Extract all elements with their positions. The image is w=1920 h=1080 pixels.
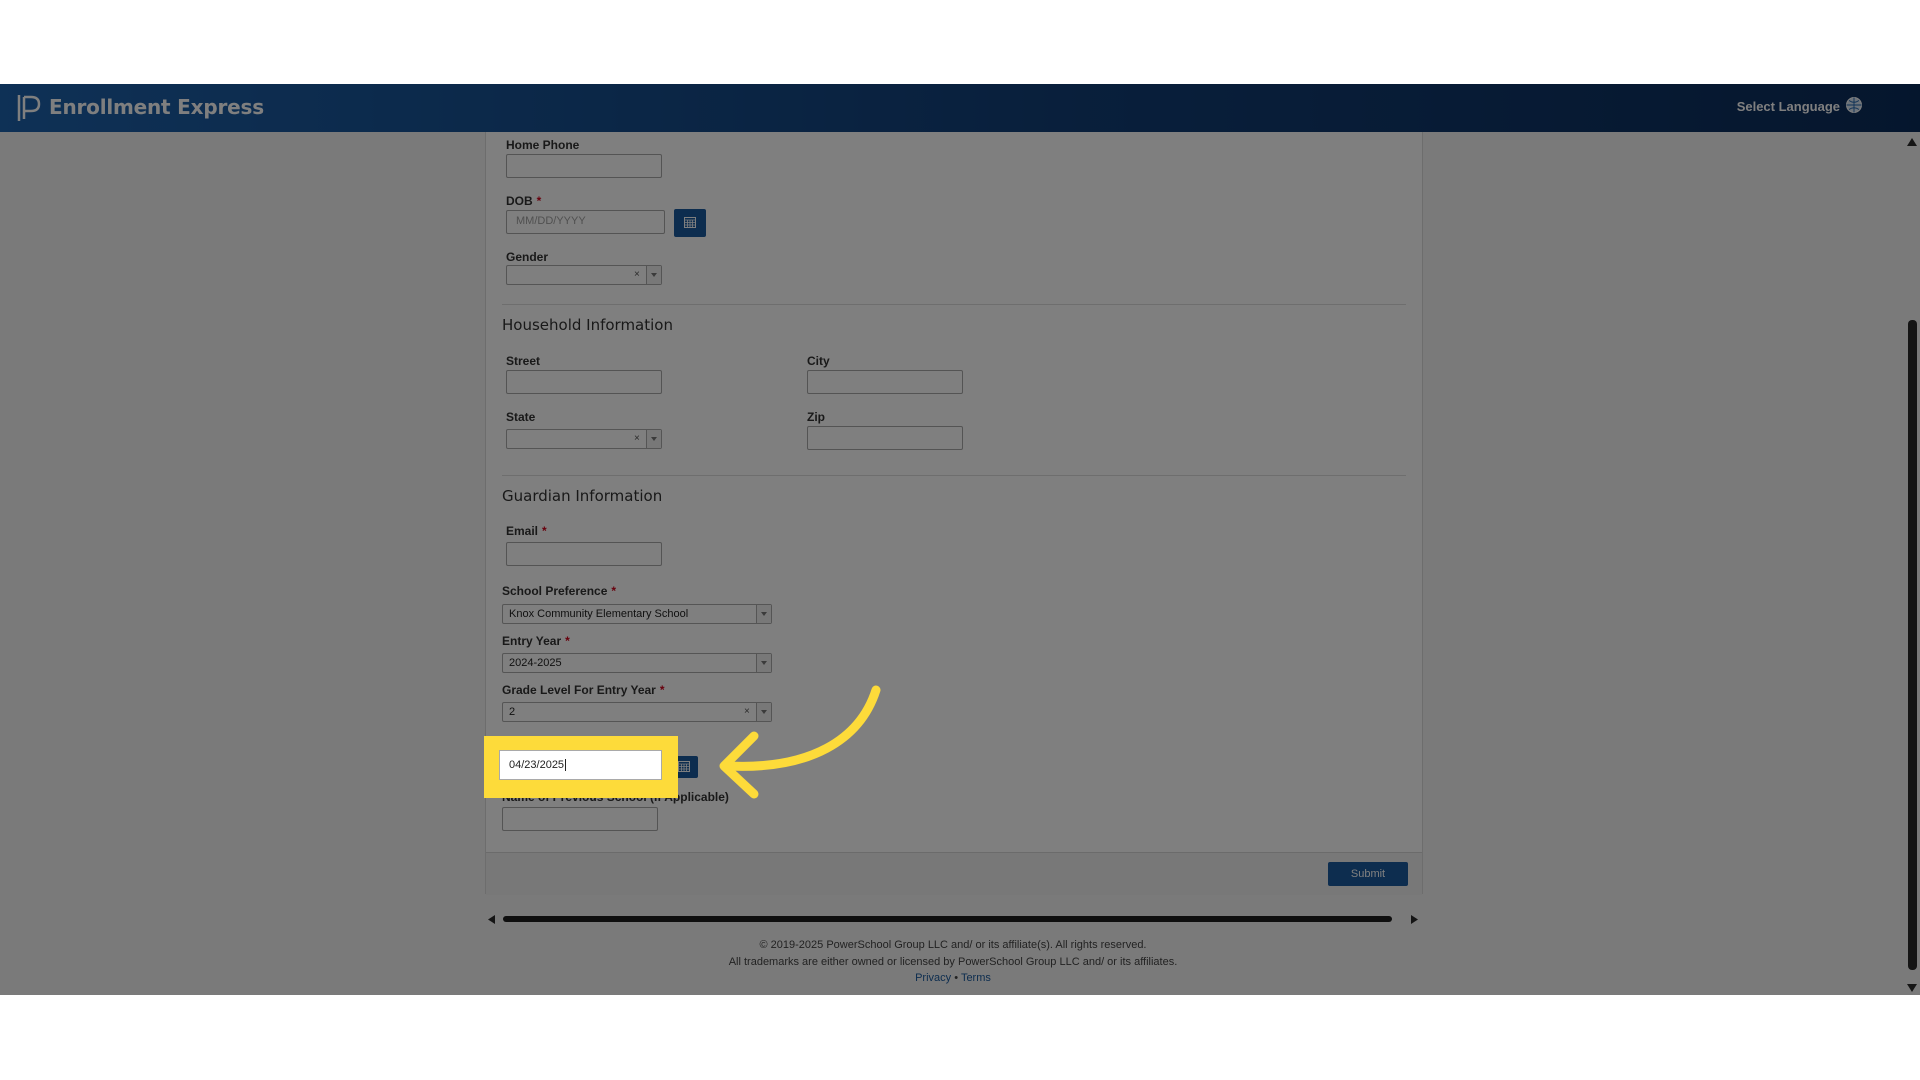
state-label: State	[506, 410, 536, 424]
section-divider	[502, 304, 1406, 305]
date-input-highlighted[interactable]: 04/23/2025	[499, 750, 662, 780]
grade-level-clear-icon[interactable]: ×	[744, 706, 750, 717]
entry-year-value: 2024-2025	[509, 657, 562, 669]
calendar-icon	[684, 217, 696, 228]
grade-level-label: Grade Level For Entry Year *	[502, 683, 665, 697]
city-label: City	[807, 354, 830, 368]
chevron-down-icon[interactable]	[646, 266, 661, 284]
zip-input[interactable]	[807, 426, 963, 450]
scroll-down-icon[interactable]	[1907, 984, 1917, 992]
gender-label: Gender	[506, 250, 549, 264]
chevron-down-icon[interactable]	[646, 430, 661, 448]
school-preference-value: Knox Community Elementary School	[509, 608, 689, 620]
scroll-right-icon[interactable]	[1410, 915, 1418, 924]
entry-year-label: Entry Year *	[502, 634, 570, 648]
footer-links: Privacy • Terms	[485, 972, 1421, 984]
app-header: Enrollment Express Select Language	[0, 84, 1920, 132]
submit-button[interactable]: Submit	[1328, 862, 1408, 886]
email-input[interactable]	[506, 542, 662, 566]
browser-viewport: Enrollment Express Select Language Home …	[0, 84, 1920, 995]
home-phone-label: Home Phone	[506, 138, 580, 152]
gender-clear-icon[interactable]: ×	[634, 269, 640, 280]
text-caret	[565, 759, 567, 772]
grade-level-value: 2	[509, 706, 516, 718]
state-clear-icon[interactable]: ×	[634, 433, 640, 444]
app-title: Enrollment Express	[49, 95, 264, 119]
form-actions-bar: Submit	[486, 852, 1422, 895]
school-preference-label: School Preference *	[502, 584, 617, 598]
entry-year-select[interactable]: 2024-2025	[502, 653, 772, 673]
date-input-value: 04/23/2025	[509, 759, 565, 771]
guardian-section-title: Guardian Information	[502, 487, 663, 505]
dob-placeholder: MM/DD/YYYY	[516, 215, 586, 227]
scroll-up-icon[interactable]	[1907, 138, 1917, 146]
highlight-frame: 04/23/2025	[484, 736, 678, 798]
city-input[interactable]	[807, 370, 963, 394]
street-input[interactable]	[506, 370, 662, 394]
dob-input[interactable]: MM/DD/YYYY	[506, 210, 665, 234]
globe-icon[interactable]	[1845, 96, 1863, 114]
home-phone-input[interactable]	[506, 154, 662, 178]
gender-select[interactable]: ×	[506, 265, 662, 285]
scroll-left-icon[interactable]	[488, 915, 496, 924]
horizontal-scrollbar-thumb[interactable]	[503, 916, 1392, 922]
school-preference-select[interactable]: Knox Community Elementary School	[502, 604, 772, 624]
dob-calendar-button[interactable]	[674, 209, 706, 237]
chevron-down-icon[interactable]	[756, 654, 771, 672]
zip-label: Zip	[807, 410, 825, 424]
section-divider	[502, 475, 1406, 476]
footer-copyright: © 2019-2025 PowerSchool Group LLC and/ o…	[759, 939, 1147, 951]
select-language-link[interactable]: Select Language	[1737, 99, 1840, 114]
previous-school-input[interactable]	[502, 807, 658, 831]
terms-link[interactable]: Terms	[961, 972, 991, 984]
privacy-link[interactable]: Privacy	[915, 972, 951, 984]
calendar-icon	[678, 761, 690, 772]
state-select[interactable]: ×	[506, 429, 662, 449]
chevron-down-icon[interactable]	[756, 703, 771, 721]
dob-label: DOB *	[506, 194, 542, 208]
grade-level-select[interactable]: 2 ×	[502, 702, 772, 722]
chevron-down-icon[interactable]	[756, 605, 771, 623]
email-label: Email *	[506, 524, 547, 538]
vertical-scrollbar-thumb[interactable]	[1908, 320, 1917, 970]
household-section-title: Household Information	[502, 316, 673, 334]
street-label: Street	[506, 354, 541, 368]
footer-trademarks: All trademarks are either owned or licen…	[728, 956, 1178, 968]
powerschool-logo-icon[interactable]	[16, 93, 42, 123]
footer-separator: •	[954, 972, 959, 984]
